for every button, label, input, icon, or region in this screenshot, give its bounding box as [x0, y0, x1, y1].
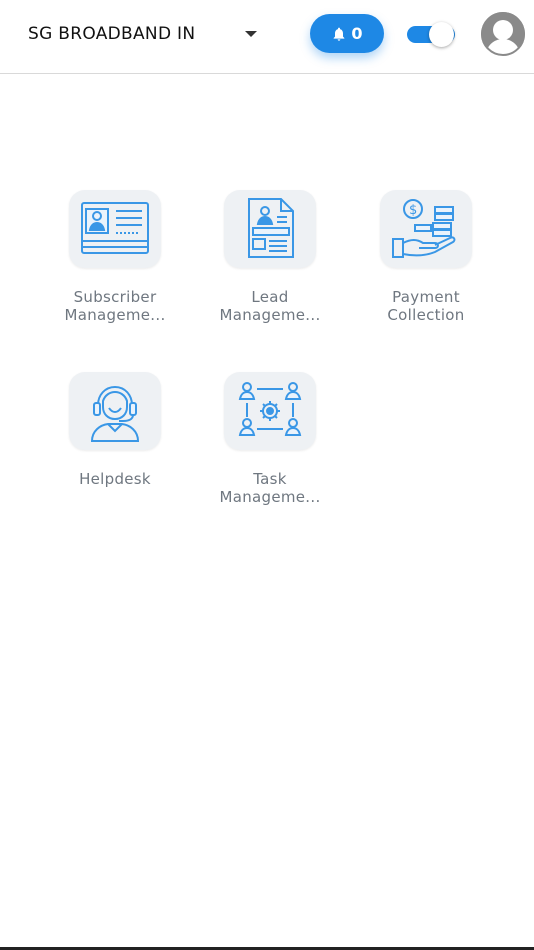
tile-payment-collection[interactable]: $ Payment Collection	[351, 190, 501, 324]
status-toggle[interactable]	[407, 22, 457, 47]
toggle-thumb	[429, 22, 454, 47]
profile-avatar[interactable]	[481, 12, 525, 61]
tile-lead-management[interactable]: Lead Manageme...	[195, 190, 345, 324]
chevron-down-icon	[245, 31, 257, 37]
tile-icon-box	[224, 190, 316, 268]
tile-icon-box	[69, 372, 161, 450]
notifications-button[interactable]: 0	[310, 14, 384, 53]
tile-label: Task Manageme...	[219, 470, 321, 506]
svg-text:$: $	[409, 203, 417, 218]
tile-label: Subscriber Manageme...	[64, 288, 166, 324]
organization-name: SG BROADBAND IN	[28, 24, 196, 44]
tile-label: Lead Manageme...	[219, 288, 321, 324]
tile-subscriber-management[interactable]: Subscriber Manageme...	[40, 190, 190, 324]
team-gear-icon	[238, 382, 302, 436]
organization-dropdown[interactable]: SG BROADBAND IN	[28, 18, 268, 50]
bell-icon	[334, 27, 345, 41]
top-bar: SG BROADBAND IN 0	[0, 0, 534, 74]
tile-label: Payment Collection	[387, 288, 465, 324]
tile-icon-box: $	[380, 190, 472, 268]
subscriber-card-icon	[81, 202, 149, 254]
payment-hand-coins-icon: $	[392, 199, 456, 258]
notification-count: 0	[351, 24, 363, 43]
lead-document-icon	[248, 198, 294, 258]
tile-icon-box	[69, 190, 161, 268]
tile-helpdesk[interactable]: Helpdesk	[40, 372, 190, 488]
headset-agent-icon	[90, 385, 140, 442]
tile-label: Helpdesk	[79, 470, 151, 488]
user-avatar-icon	[481, 12, 525, 61]
tile-icon-box	[224, 372, 316, 450]
tile-task-management[interactable]: Task Manageme...	[195, 372, 345, 506]
